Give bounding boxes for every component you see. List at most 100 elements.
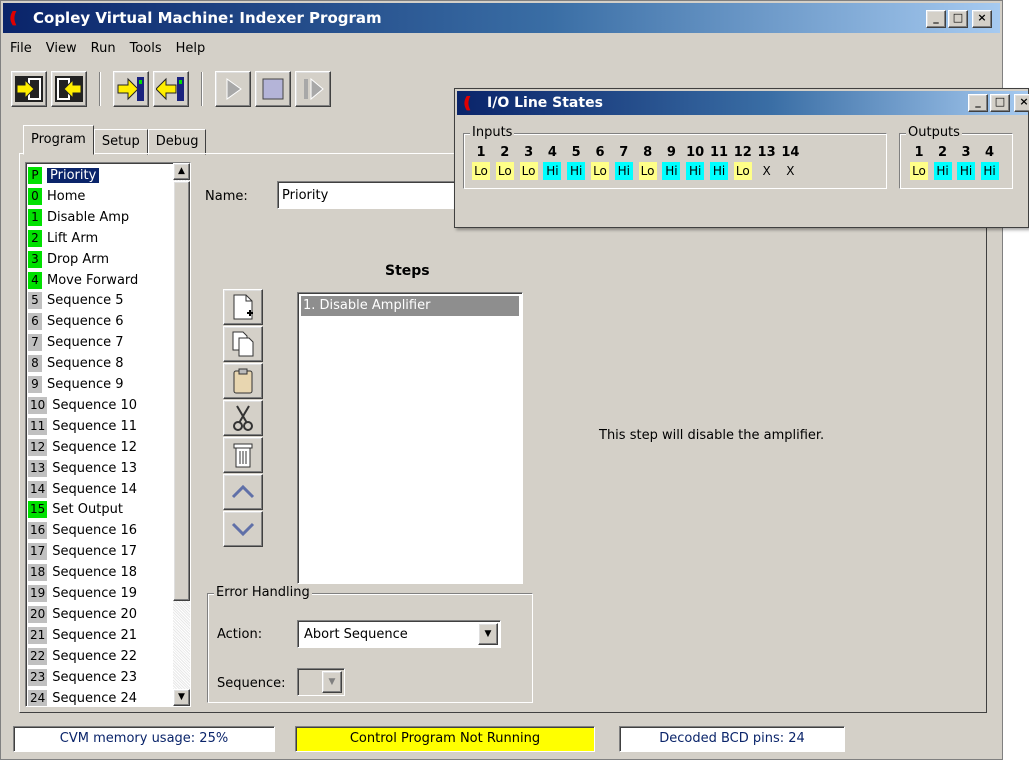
error-handling-legend: Error Handling xyxy=(214,585,312,600)
tab-program[interactable]: Program xyxy=(23,125,94,155)
close-button[interactable]: × xyxy=(972,10,992,28)
upload-icon xyxy=(117,77,144,101)
stop-button[interactable] xyxy=(255,71,291,107)
inputs-state: Hi xyxy=(686,162,705,180)
scroll-up-button[interactable]: ▲ xyxy=(173,163,190,180)
run-button[interactable] xyxy=(215,71,251,107)
sequence-list[interactable]: P Priority 0 Home 1 Disable Amp 2 Lift Arm 3 Drop… xyxy=(25,162,191,707)
step-description: This step will disable the amplifier. xyxy=(599,428,825,443)
tab-setup[interactable]: Setup xyxy=(93,129,148,155)
scroll-thumb[interactable] xyxy=(173,181,190,601)
action-label: Action: xyxy=(217,627,263,642)
list-item[interactable]: 3 Drop Arm xyxy=(28,249,168,270)
title-bar[interactable]: (( Copley Virtual Machine: Indexer Progr… xyxy=(3,3,1000,33)
sequence-label: Disable Amp xyxy=(47,209,130,225)
inputs-number: 2 xyxy=(500,145,510,160)
outputs-state: Hi xyxy=(957,162,975,180)
tab-debug[interactable]: Debug xyxy=(147,129,207,155)
list-item[interactable]: 14 Sequence 14 xyxy=(28,479,168,500)
list-item[interactable]: 16 Sequence 16 xyxy=(28,520,168,541)
program-status: Control Program Not Running xyxy=(295,726,595,752)
io-minimize-button[interactable]: _ xyxy=(968,94,988,112)
list-item[interactable]: 18 Sequence 18 xyxy=(28,562,168,583)
move-down-button[interactable] xyxy=(223,511,263,547)
inputs-number: 4 xyxy=(547,145,557,160)
list-item[interactable]: 13 Sequence 13 xyxy=(28,458,168,479)
sequence-label: Sequence 6 xyxy=(47,314,124,330)
io-title-bar[interactable]: (( I/O Line States _ □ × xyxy=(457,91,1029,115)
io-window-title: I/O Line States xyxy=(487,95,603,111)
list-item[interactable]: 12 Sequence 12 xyxy=(28,437,168,458)
list-item[interactable]: 6 Sequence 6 xyxy=(28,311,168,332)
io-line-states-window: (( I/O Line States _ □ × Inputs Outputs … xyxy=(454,88,1029,228)
list-item[interactable]: 24 Sequence 24 xyxy=(28,688,168,706)
inputs-number: 12 xyxy=(733,145,752,160)
io-close-button[interactable]: × xyxy=(1014,94,1029,112)
sequence-label: Move Forward xyxy=(47,272,139,288)
menu-run[interactable]: Run xyxy=(84,39,123,61)
export-button[interactable] xyxy=(51,71,87,107)
menu-view[interactable]: View xyxy=(39,39,84,61)
bcd-pins-status: Decoded BCD pins: 24 xyxy=(619,726,845,752)
list-item[interactable]: 21 Sequence 21 xyxy=(28,625,168,646)
inputs-state: Hi xyxy=(662,162,681,180)
chevron-down-icon[interactable]: ▼ xyxy=(322,671,342,693)
steps-list[interactable]: 1. Disable Amplifier xyxy=(297,292,523,584)
outputs-number: 3 xyxy=(961,145,971,160)
sequence-number-badge: 16 xyxy=(28,522,48,540)
inputs-number: 10 xyxy=(686,145,705,160)
copy-step-button[interactable] xyxy=(223,326,263,362)
inputs-number: 3 xyxy=(524,145,534,160)
sequence-label: Sequence 14 xyxy=(52,481,138,497)
upload-button[interactable] xyxy=(113,71,149,107)
maximize-button[interactable]: □ xyxy=(948,10,968,28)
new-step-button[interactable] xyxy=(223,289,263,325)
inputs-state: X xyxy=(786,164,795,178)
sequence-label: Sequence 23 xyxy=(52,669,138,685)
sequence-select[interactable]: ▼ xyxy=(297,668,345,696)
inputs-number: 9 xyxy=(666,145,676,160)
download-button[interactable] xyxy=(153,71,189,107)
list-item[interactable]: 22 Sequence 22 xyxy=(28,646,168,667)
list-item[interactable]: 20 Sequence 20 xyxy=(28,604,168,625)
scroll-down-button[interactable]: ▼ xyxy=(173,689,190,706)
inputs-number: 1 xyxy=(476,145,486,160)
menu-help[interactable]: Help xyxy=(169,39,213,61)
list-item[interactable]: 15 Set Output xyxy=(28,499,168,520)
step-button[interactable] xyxy=(295,71,331,107)
sequence-list-scrollbar[interactable]: ▲ ▼ xyxy=(173,163,190,706)
io-maximize-button[interactable]: □ xyxy=(990,94,1010,112)
paste-step-button[interactable] xyxy=(223,363,263,399)
sequence-label: Sequence 12 xyxy=(52,439,138,455)
import-icon xyxy=(15,76,43,102)
list-item[interactable]: 5 Sequence 5 xyxy=(28,290,168,311)
list-item[interactable]: P Priority xyxy=(28,165,168,186)
inputs-group: Inputs xyxy=(463,125,887,189)
inputs-state: Lo xyxy=(519,162,538,180)
list-item[interactable]: 19 Sequence 19 xyxy=(28,583,168,604)
step-item[interactable]: 1. Disable Amplifier xyxy=(301,296,519,316)
sequence-label: Sequence: xyxy=(217,676,286,691)
menu-file[interactable]: File xyxy=(3,39,39,61)
name-field[interactable]: Priority xyxy=(277,181,457,209)
list-item[interactable]: 9 Sequence 9 xyxy=(28,374,168,395)
list-item[interactable]: 11 Sequence 11 xyxy=(28,416,168,437)
list-item[interactable]: 0 Home xyxy=(28,186,168,207)
chevron-down-icon[interactable]: ▼ xyxy=(478,623,498,645)
list-item[interactable]: 10 Sequence 10 xyxy=(28,395,168,416)
menu-tools[interactable]: Tools xyxy=(123,39,169,61)
list-item[interactable]: 17 Sequence 17 xyxy=(28,541,168,562)
move-up-button[interactable] xyxy=(223,474,263,510)
import-button[interactable] xyxy=(11,71,47,107)
list-item[interactable]: 23 Sequence 23 xyxy=(28,667,168,688)
minimize-button[interactable]: _ xyxy=(926,10,946,28)
inputs-number: 13 xyxy=(757,145,776,160)
list-item[interactable]: 1 Disable Amp xyxy=(28,207,168,228)
list-item[interactable]: 2 Lift Arm xyxy=(28,228,168,249)
cut-step-button[interactable] xyxy=(223,400,263,436)
list-item[interactable]: 4 Move Forward xyxy=(28,270,168,291)
action-select[interactable]: Abort Sequence ▼ xyxy=(297,620,501,648)
delete-step-button[interactable] xyxy=(223,437,263,473)
list-item[interactable]: 7 Sequence 7 xyxy=(28,332,168,353)
list-item[interactable]: 8 Sequence 8 xyxy=(28,353,168,374)
